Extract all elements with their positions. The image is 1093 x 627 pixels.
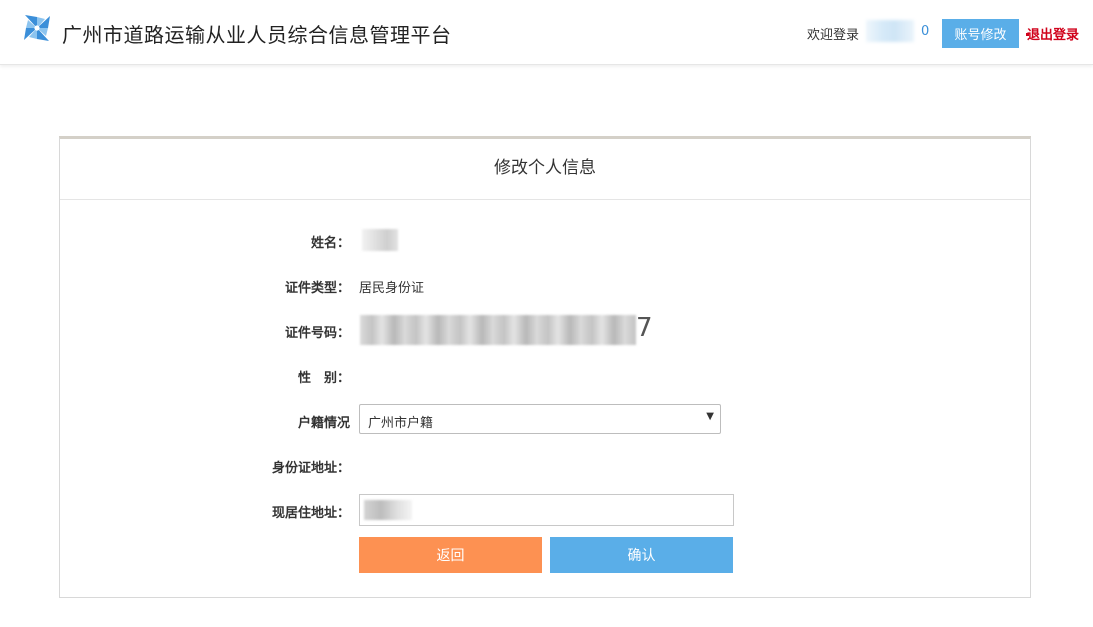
logout-link[interactable]: 退出登录 [1027,24,1079,43]
app-title: 广州市道路运输从业人员综合信息管理平台 [62,23,452,47]
pinwheel-logo-icon [24,15,50,41]
edit-profile-panel: 修改个人信息 姓名： 证件类型： 居民身份证 证件号码： 7 性 别： 户籍情况… [59,136,1031,598]
panel-title: 修改个人信息 [60,139,1030,200]
username-redacted [866,20,914,42]
top-header: 广州市道路运输从业人员综合信息管理平台 欢迎登录 0 账号修改 退出登录 [0,0,1093,65]
household-label: 户籍情况 [297,416,350,431]
current-address-redacted [364,500,412,520]
id-number-tail: 7 [636,313,653,343]
current-address-input[interactable] [359,494,734,526]
id-number-label: 证件号码： [284,326,350,341]
id-type-value: 居民身份证 [359,281,425,296]
confirm-button[interactable]: 确认 [550,537,733,573]
current-address-label: 现居住地址： [271,506,350,521]
id-type-label: 证件类型： [284,281,350,296]
gender-label: 性 别： [297,371,350,386]
name-value-redacted [362,229,398,251]
welcome-text: 欢迎登录 [807,28,860,43]
household-select[interactable]: 广州市户籍 ▼ [359,404,721,434]
dropdown-arrow-icon: ▼ [706,411,714,422]
household-select-value: 广州市户籍 [368,416,434,431]
id-number-redacted [360,315,636,345]
name-label: 姓名： [310,236,350,251]
back-button[interactable]: 返回 [359,537,542,573]
username-suffix: 0 [921,24,930,39]
id-address-label: 身份证地址： [271,461,350,476]
account-edit-button[interactable]: 账号修改 [942,19,1019,48]
